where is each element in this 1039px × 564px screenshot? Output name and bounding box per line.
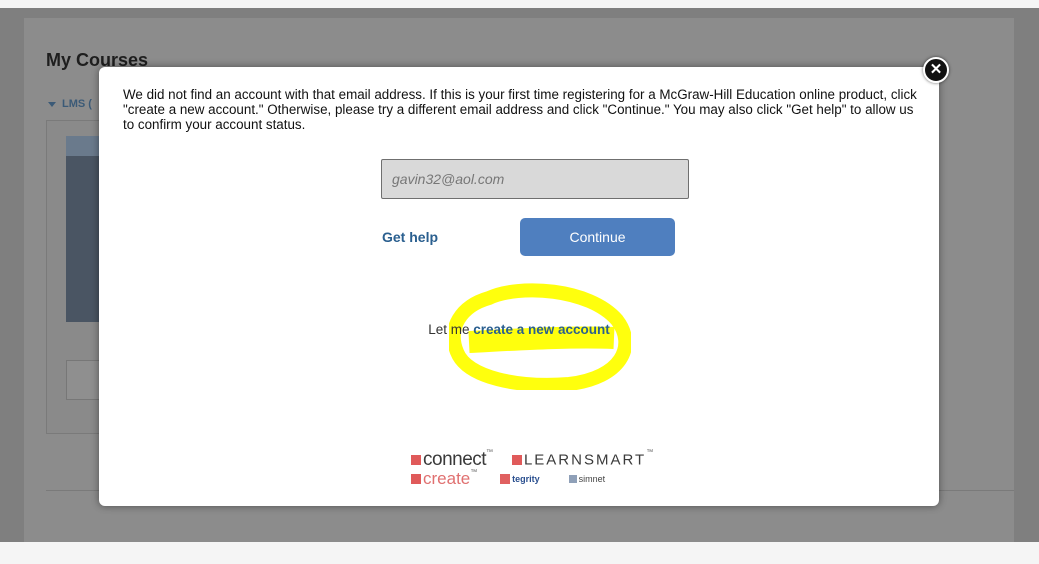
create-account-row: Let me create a new account — [99, 322, 939, 337]
email-input[interactable] — [381, 159, 689, 199]
create-prefix-text: Let me — [428, 322, 470, 337]
lms-section-toggle: LMS ( — [48, 98, 92, 110]
learnsmart-logo: LEARNSMART — [523, 451, 647, 469]
brand-logos: connect™ LEARNSMART™ create™ tegrity sim… — [411, 449, 671, 497]
lms-section-label: LMS ( — [62, 98, 92, 110]
learnsmart-logo-icon — [511, 455, 522, 465]
simnet-logo-icon — [568, 475, 577, 483]
create-account-link[interactable]: create a new account — [473, 322, 610, 337]
connect-logo-icon — [411, 455, 421, 465]
simnet-logo: simnet — [578, 474, 606, 484]
create-logo-icon — [411, 474, 421, 484]
account-not-found-dialog: We did not find an account with that ema… — [99, 67, 939, 506]
bottom-strip — [0, 542, 1039, 564]
top-strip — [0, 0, 1039, 8]
tegrity-logo: tegrity — [512, 474, 540, 484]
continue-button[interactable]: Continue — [520, 218, 675, 256]
tegrity-logo-icon — [500, 474, 511, 484]
dialog-message: We did not find an account with that ema… — [123, 87, 917, 132]
connect-logo: connect — [423, 449, 487, 470]
caret-down-icon — [48, 101, 56, 107]
create-logo: create — [423, 469, 471, 488]
get-help-link[interactable]: Get help — [382, 229, 438, 245]
close-icon[interactable]: ✕ — [923, 57, 949, 83]
